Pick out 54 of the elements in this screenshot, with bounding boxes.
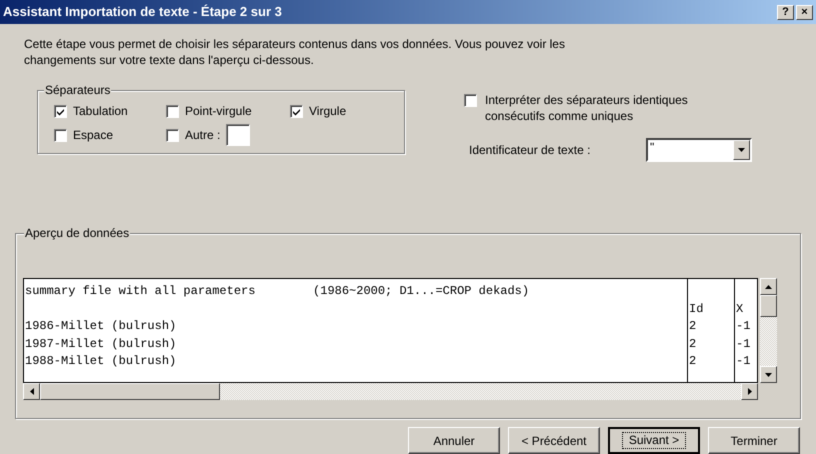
vertical-scrollbar[interactable]: [760, 278, 777, 383]
scroll-right-button[interactable]: [741, 383, 758, 400]
preview-cell-text: Id: [688, 300, 704, 318]
dialog-button[interactable]: < Précédent: [508, 427, 600, 454]
dialog-button[interactable]: Terminer: [708, 427, 800, 454]
scroll-thumb[interactable]: [40, 383, 220, 400]
dialog-button[interactable]: Annuler: [408, 427, 500, 454]
instruction-text: Cette étape vous permet de choisir les séparateurs contenus dans vos données. Vous pouvez voir les changements sur votre texte dans l'aperçu ci-dessous.: [24, 36, 566, 68]
close-button[interactable]: ×: [796, 4, 813, 20]
arrow-up-icon: [765, 284, 772, 288]
field-label: Identificateur de texte :: [469, 142, 592, 159]
preview-cell-text: 1988-Millet (bulrush): [24, 353, 178, 370]
caret-icon: [738, 148, 745, 152]
check-icon: [292, 106, 301, 116]
checkbox-label[interactable]: Autre :: [185, 126, 220, 144]
preview-cell-text: 1986-Millet (bulrush): [24, 318, 178, 335]
checkbox-label[interactable]: Virgule: [309, 102, 346, 120]
checkbox-label[interactable]: Point-virgule: [185, 102, 252, 120]
preview-cell-text: summary file with all parameters (1986~2000; D1...=CROP dekads): [24, 283, 530, 300]
preview-cell-text: 2: [688, 353, 698, 370]
preview-cell-text: -1: [735, 318, 752, 335]
checkbox-label[interactable]: Espace: [73, 126, 114, 144]
checkbox[interactable]: [54, 104, 67, 118]
checkbox[interactable]: [290, 104, 303, 118]
help-button[interactable]: ?: [777, 4, 794, 20]
checkbox[interactable]: [464, 94, 477, 107]
checkbox[interactable]: [54, 128, 67, 142]
dialog-button[interactable]: Suivant >: [608, 427, 700, 454]
scroll-down-button[interactable]: [760, 366, 777, 383]
preview-cell-text: 2: [688, 318, 698, 335]
arrow-down-icon: [765, 372, 772, 376]
preview-cell-text: -1: [735, 353, 752, 370]
checkbox[interactable]: [166, 128, 179, 142]
checkbox-label[interactable]: Tabulation: [73, 102, 128, 120]
scroll-left-button[interactable]: [23, 383, 40, 400]
checkbox[interactable]: [166, 104, 179, 118]
scroll-thumb[interactable]: [760, 295, 777, 317]
window-title: Assistant Importation de texte - Étape 2 sur 3: [3, 3, 283, 22]
preview-cell-text: 1987-Millet (bulrush): [24, 336, 178, 352]
preview-cell-text: X: [735, 300, 744, 318]
group-title: Aperçu de données: [24, 226, 130, 240]
scroll-up-button[interactable]: [760, 278, 777, 295]
dropdown-value: ": [649, 140, 656, 156]
text-qualifier-dropdown[interactable]: ": [646, 138, 752, 162]
group-title: Séparateurs: [44, 83, 112, 97]
horizontal-scrollbar[interactable]: [23, 383, 758, 400]
dropdown-button[interactable]: [733, 140, 750, 160]
preview-cell-text: 2: [688, 336, 698, 352]
check-icon: [56, 106, 65, 116]
arrow-left-icon: [30, 388, 34, 395]
checkbox-label[interactable]: Interpréter des séparateurs identiques consécutifs comme uniques: [485, 92, 735, 124]
arrow-right-icon: [748, 388, 752, 395]
input-field[interactable]: [226, 124, 250, 146]
preview-cell-text: -1: [735, 336, 752, 352]
